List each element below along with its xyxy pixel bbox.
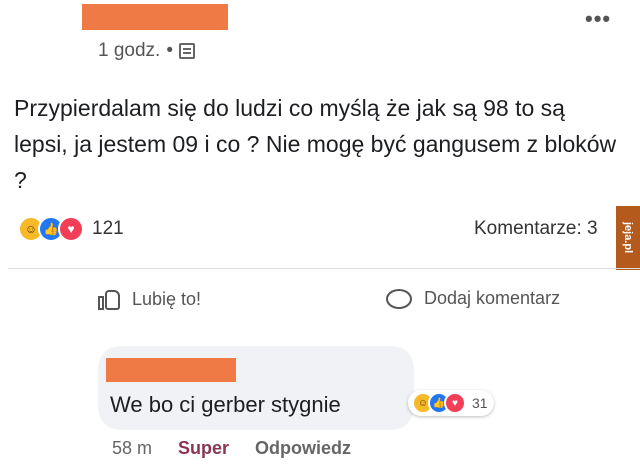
post-reactions[interactable]: ☺ 👍 ♥ 121 bbox=[18, 216, 124, 242]
love-icon: ♥ bbox=[58, 216, 84, 242]
like-button[interactable]: Lubię to! bbox=[98, 288, 201, 310]
divider bbox=[8, 268, 640, 269]
comment-bubble-icon bbox=[386, 288, 412, 309]
meta-separator: • bbox=[166, 40, 173, 61]
watermark: jeja.pl bbox=[616, 206, 640, 270]
comment-reaction-count: 31 bbox=[472, 395, 488, 411]
love-icon: ♥ bbox=[444, 392, 466, 414]
comment-time[interactable]: 58 m bbox=[112, 438, 152, 459]
author-name-redacted bbox=[82, 4, 228, 30]
add-comment-button[interactable]: Dodaj komentarz bbox=[386, 288, 560, 309]
comment-footer: 58 m Super Odpowiedz bbox=[112, 438, 351, 459]
comment-super-reaction[interactable]: Super bbox=[178, 438, 229, 459]
reaction-count: 121 bbox=[92, 218, 124, 239]
post-text: Przypierdalam się do ludzi co myślą że j… bbox=[14, 95, 617, 193]
friends-icon bbox=[178, 43, 195, 59]
reply-button[interactable]: Odpowiedz bbox=[255, 438, 351, 459]
thumbs-up-icon bbox=[98, 288, 120, 310]
commenter-name-redacted bbox=[106, 358, 236, 382]
post-meta: 1 godz. • bbox=[98, 40, 195, 62]
comments-count-link[interactable]: Komentarze: 3 bbox=[474, 218, 598, 240]
add-comment-label: Dodaj komentarz bbox=[424, 288, 561, 308]
more-options-icon[interactable]: ••• bbox=[585, 6, 611, 32]
like-button-label: Lubię to! bbox=[132, 288, 202, 309]
post-time[interactable]: 1 godz. bbox=[98, 40, 160, 62]
comment-reactions[interactable]: ☺ 👍 ♥ 31 bbox=[408, 390, 494, 416]
comment-text: We bo ci gerber stygnie bbox=[110, 392, 341, 417]
